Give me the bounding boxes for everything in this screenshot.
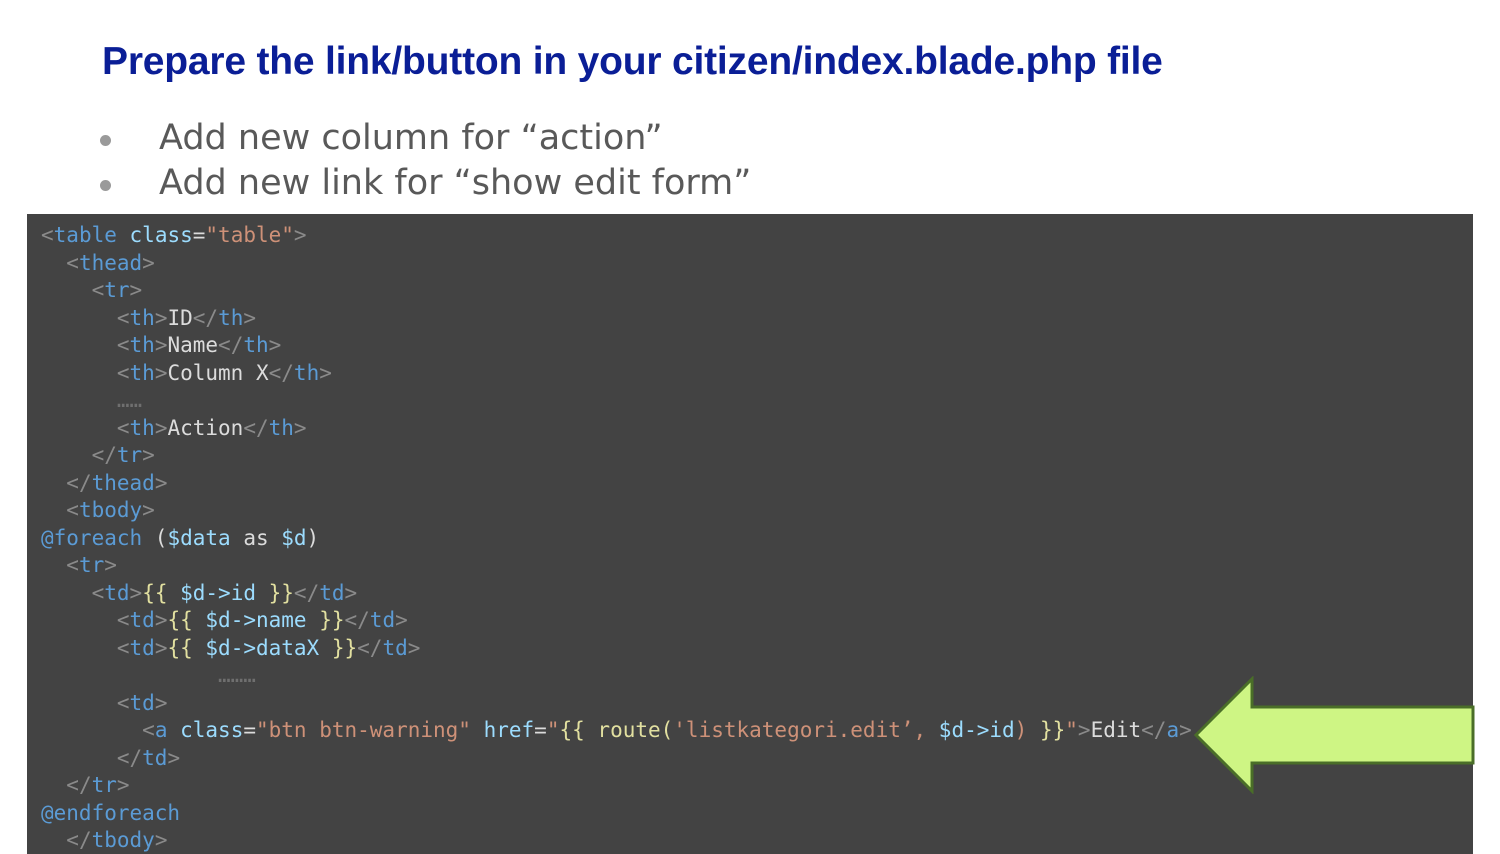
bullet-dot-icon [100,180,111,191]
code-line: </tr> [91,443,155,467]
code-line: </thead> [66,470,168,495]
slide-title: Prepare the link/button in your citizen/… [102,40,1163,83]
code-line: <td>{{ $d->id }}</td> [91,580,358,605]
left-arrow-icon [1193,676,1475,794]
code-line: <th>Column X</th> [116,360,332,385]
code-line: <thead> [66,250,155,275]
code-line: </td> [116,745,181,770]
code-line: <table class="table"> [41,223,307,247]
code-line: <tr> [91,278,143,302]
edit-link-text: Edit [1090,718,1142,742]
code-line: <th>Action</th> [116,415,307,440]
code-line: </tbody> [66,828,168,852]
code-line: @endforeach [41,800,181,825]
code-line: </tr> [66,773,130,797]
code-line: <th>Name</th> [116,333,282,357]
code-line: <th>ID</th> [116,305,257,330]
code-line: <tr> [66,553,117,577]
code-line: ……… [218,663,256,687]
code-line: <a class="btn btn-warning" href="{{ rout… [142,718,1192,742]
code-line: <td> [116,690,168,715]
code-line: <td>{{ $d->name }}</td> [116,608,408,632]
bullet-text: Add new link for “show edit form” [159,163,752,203]
code-line: …… [116,388,143,412]
code-line: <tbody> [66,498,155,522]
code-text: <table class="table"> <thead> <tr> <th>I… [41,222,1192,854]
code-line: @foreach ($data as $d) [41,525,320,550]
bullet-dot-icon [100,135,111,146]
code-line: <td>{{ $d->dataX }}</td> [116,635,421,660]
bullet-text: Add new column for “action” [159,118,663,158]
